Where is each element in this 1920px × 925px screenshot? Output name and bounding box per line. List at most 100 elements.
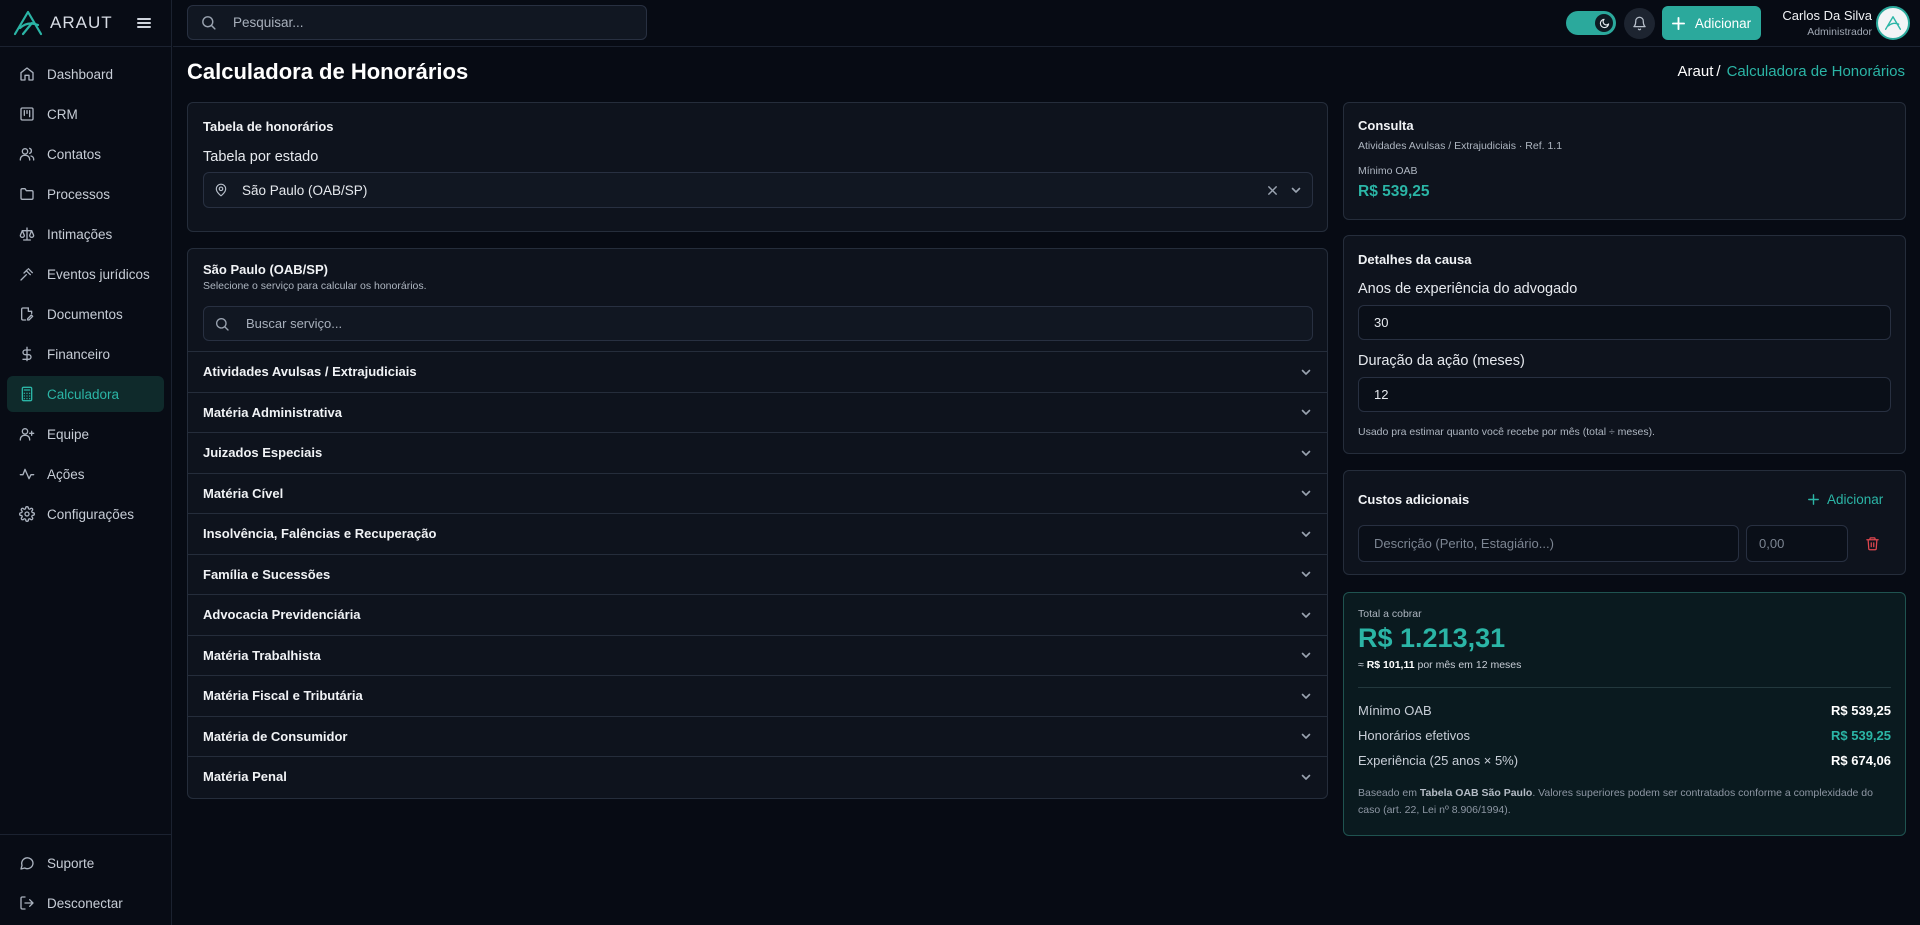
breadcrumb-current: Calculadora de Honorários [1726, 63, 1905, 80]
accordion-label: Família e Sucessões [203, 566, 331, 582]
accordion-item[interactable]: Insolvência, Falências e Recuperação [188, 513, 1327, 554]
sidebar-item-label: CRM [47, 106, 78, 122]
breadcrumb-separator: / [1716, 63, 1721, 80]
service-search-input[interactable] [246, 316, 1246, 331]
moon-icon [1599, 18, 1609, 28]
chevron-down-icon [1301, 409, 1311, 416]
breakdown-label: Mínimo OAB [1358, 703, 1432, 718]
breadcrumb-home[interactable]: Araut [1678, 63, 1714, 80]
note-prefix: Baseado em [1358, 787, 1417, 799]
chevron-down-icon [1301, 490, 1311, 497]
clear-icon[interactable] [1267, 185, 1278, 196]
user-info[interactable]: Carlos Da Silva Administrador [1773, 8, 1872, 38]
accordion-item[interactable]: Família e Sucessões [188, 553, 1327, 595]
accordion-item[interactable]: Matéria Administrativa [188, 391, 1327, 433]
trash-icon[interactable] [1865, 536, 1880, 551]
chevron-down-icon [1301, 450, 1311, 456]
service-search[interactable] [203, 306, 1313, 341]
chevron-down-icon[interactable] [1290, 184, 1302, 196]
duration-hint: Usado pra estimar quanto você recebe por… [1358, 426, 1655, 438]
kanban-icon [20, 107, 34, 121]
accordion-item[interactable]: Matéria Trabalhista [188, 634, 1327, 676]
experience-field[interactable] [1358, 305, 1891, 340]
add-cost-label: Adicionar [1827, 492, 1884, 507]
hamburger-menu-icon[interactable] [135, 14, 153, 32]
total-value: R$ 1.213,31 [1358, 623, 1506, 653]
scale-icon [19, 227, 35, 241]
duration-field[interactable] [1358, 377, 1891, 412]
accordion-item[interactable]: Matéria Penal [188, 756, 1327, 797]
sidebar-nav: Dashboard CRM Contatos Processos Intimaç… [0, 47, 171, 532]
accordion-label: Matéria Cível [203, 485, 284, 501]
accordion-label: Advocacia Previdenciária [203, 607, 361, 623]
card-title: Tabela de honorários [203, 119, 334, 134]
sidebar-item-documentos[interactable]: Documentos [7, 296, 164, 332]
services-card: São Paulo (OAB/SP) Selecione o serviço p… [187, 248, 1328, 799]
cost-description-field[interactable] [1358, 525, 1739, 562]
topbar: Adicionar Carlos Da Silva Administrador [173, 0, 1920, 47]
breakdown-row: Mínimo OAB R$ 539,25 [1358, 703, 1891, 718]
accordion-label: Matéria Administrativa [203, 404, 342, 420]
state-select[interactable]: São Paulo (OAB/SP) [203, 172, 1313, 208]
chevron-down-icon [1301, 369, 1311, 375]
sidebar-item-eventos-juridicos[interactable]: Eventos jurídicos [7, 256, 164, 292]
theme-toggle[interactable] [1566, 11, 1616, 35]
brand-name: ARAUT [50, 13, 113, 32]
sidebar-item-configuracoes[interactable]: Configurações [7, 496, 164, 532]
file-edit-icon [21, 307, 34, 321]
chevron-down-icon [1301, 733, 1311, 740]
sidebar-item-desconectar[interactable]: Desconectar [7, 885, 164, 921]
accordion-label: Matéria Penal [203, 769, 287, 785]
sidebar-footer: Suporte Desconectar [0, 834, 171, 925]
plus-icon [1671, 16, 1685, 30]
search-input[interactable] [233, 15, 633, 30]
global-search[interactable] [187, 5, 647, 40]
accordion-item[interactable]: Matéria Cível [188, 472, 1327, 514]
users-icon [19, 147, 35, 161]
page-title: Calculadora de Honorários [187, 59, 469, 84]
logout-icon [20, 896, 34, 910]
card-subtitle: Selecione o serviço para calcular os hon… [203, 280, 427, 292]
sidebar-item-label: Intimações [47, 226, 113, 242]
gavel-icon [20, 268, 33, 281]
consulta-card: Consulta Atividades Avulsas / Extrajudic… [1343, 102, 1906, 220]
breakdown-value: R$ 539,25 [1831, 728, 1891, 743]
search-icon [202, 16, 216, 30]
sidebar-item-acoes[interactable]: Ações [7, 456, 164, 492]
sidebar-item-label: Suporte [47, 855, 95, 871]
sidebar-item-crm[interactable]: CRM [7, 96, 164, 132]
card-title: Custos adicionais [1358, 492, 1470, 507]
notifications-button[interactable] [1624, 8, 1655, 39]
avatar[interactable] [1876, 6, 1910, 40]
sidebar-item-calculadora[interactable]: Calculadora [7, 376, 164, 412]
accordion-item[interactable]: Matéria Fiscal e Tributária [188, 675, 1327, 716]
sidebar-item-equipe[interactable]: Equipe [7, 416, 164, 452]
service-category-list: Atividades Avulsas / Extrajudiciais Maté… [188, 351, 1327, 797]
sidebar-item-intimacoes[interactable]: Intimações [7, 216, 164, 252]
divider [1358, 687, 1891, 688]
sidebar-item-suporte[interactable]: Suporte [7, 845, 164, 881]
add-button[interactable]: Adicionar [1662, 6, 1761, 40]
chevron-down-icon [1301, 571, 1311, 578]
accordion-item[interactable]: Matéria de Consumidor [188, 715, 1327, 757]
monthly-estimate: ≈ R$ 101,11 por mês em 12 meses [1358, 659, 1521, 671]
accordion-item[interactable]: Advocacia Previdenciária [188, 594, 1327, 635]
user-plus-icon [19, 428, 35, 441]
sidebar-item-label: Desconectar [47, 895, 123, 911]
plus-icon [1808, 494, 1819, 505]
add-cost-button[interactable]: Adicionar [1808, 492, 1883, 507]
sidebar-item-processos[interactable]: Processos [7, 176, 164, 212]
message-circle-icon [20, 857, 34, 870]
monthly-value: R$ 101,11 [1366, 659, 1415, 671]
gear-icon [19, 506, 35, 522]
cost-value-field[interactable] [1746, 525, 1848, 562]
accordion-label: Insolvência, Falências e Recuperação [203, 526, 437, 542]
chevron-down-icon [1301, 774, 1311, 780]
sidebar-item-contatos[interactable]: Contatos [7, 136, 164, 172]
sidebar-item-financeiro[interactable]: Financeiro [7, 336, 164, 372]
add-button-label: Adicionar [1694, 15, 1752, 31]
accordion-item[interactable]: Atividades Avulsas / Extrajudiciais [188, 351, 1327, 392]
bell-icon [1633, 16, 1646, 31]
accordion-item[interactable]: Juizados Especiais [188, 432, 1327, 473]
sidebar-item-dashboard[interactable]: Dashboard [7, 56, 164, 92]
